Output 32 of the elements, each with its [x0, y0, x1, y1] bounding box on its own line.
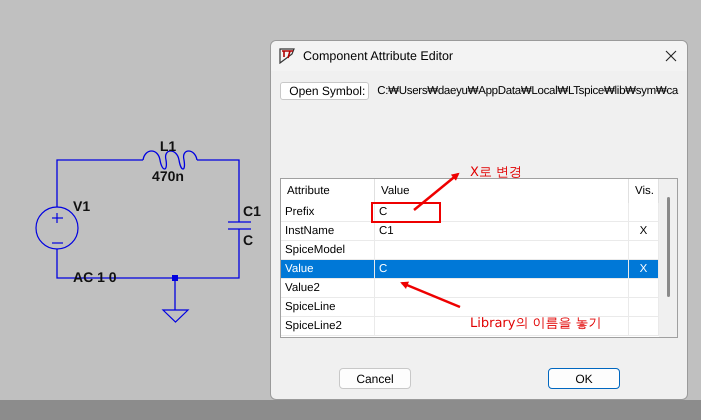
open-symbol-button[interactable]: Open Symbol: — [280, 82, 370, 100]
component-label: 470n — [152, 168, 184, 184]
table-cell[interactable]: Value2 — [281, 279, 375, 298]
table-cell[interactable]: SpiceLine — [281, 298, 375, 317]
ok-button[interactable]: OK — [548, 368, 620, 389]
annotation-arrow — [413, 172, 460, 211]
close-button[interactable] — [663, 48, 679, 64]
annotation-text: Library의 이름을 놓기 — [470, 315, 602, 332]
highlight-box — [371, 202, 441, 223]
capacitor-symbol — [228, 221, 251, 236]
table-cell[interactable]: Value — [281, 260, 375, 279]
table-cell[interactable]: Prefix — [281, 203, 375, 222]
table-cell[interactable]: C1 — [375, 222, 629, 241]
table-cell[interactable]: SpiceLine2 — [281, 317, 375, 336]
scrollbar[interactable] — [659, 179, 677, 337]
table-cell[interactable]: X — [629, 260, 659, 279]
component-label: V1 — [73, 198, 90, 214]
ground-symbol — [162, 309, 190, 323]
app-logo-icon — [279, 48, 295, 64]
table-cell[interactable]: C — [375, 260, 629, 279]
inductor-symbol — [142, 150, 198, 170]
annotation-arrow — [400, 282, 460, 308]
table-cell[interactable]: SpiceModel — [281, 241, 375, 260]
table-cell[interactable]: X — [629, 222, 659, 241]
table-cell[interactable]: InstName — [281, 222, 375, 241]
component-label: C1 — [243, 203, 261, 219]
component-label: L1 — [160, 138, 176, 154]
annotation-text: X로 변경 — [470, 164, 522, 181]
window-title: Component Attribute Editor — [303, 49, 454, 63]
symbol-path: C:₩Users₩daeyu₩AppData₩Local₩LTspice₩lib₩sym₩ca — [377, 85, 678, 97]
cancel-button[interactable]: Cancel — [339, 368, 411, 389]
component-label: C — [243, 232, 254, 248]
